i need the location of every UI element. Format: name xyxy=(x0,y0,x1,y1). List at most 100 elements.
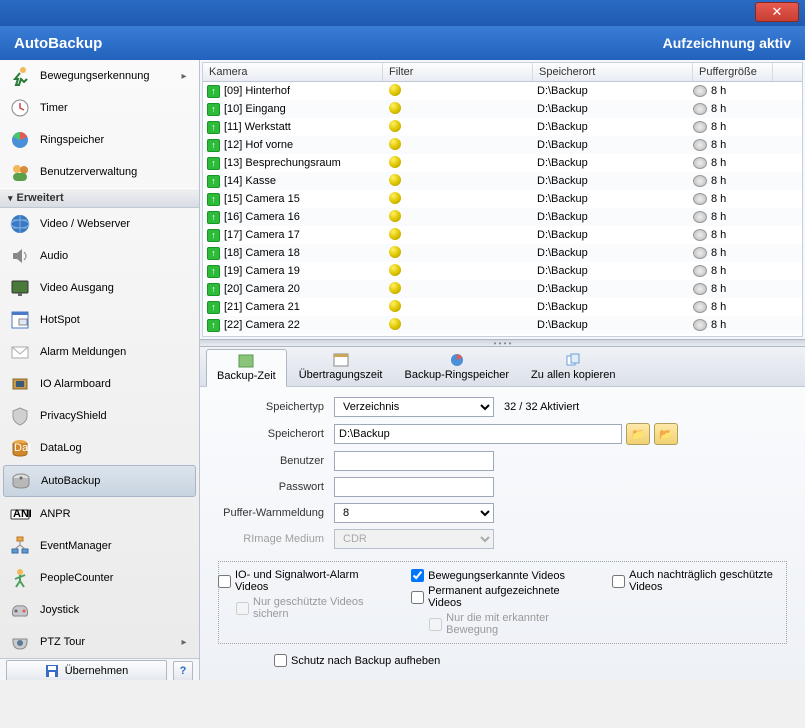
check-label: Nur geschützte Videos sichern xyxy=(253,596,381,620)
sidebar-item-privacy[interactable]: PrivacyShield xyxy=(0,400,199,432)
camera-name: [16] Camera 16 xyxy=(224,211,300,223)
sidebar-item-webserver[interactable]: Video / Webserver xyxy=(0,208,199,240)
col-camera[interactable]: Kamera xyxy=(203,63,383,81)
table-header: Kamera Filter Speicherort Puffergröße xyxy=(203,63,802,82)
group-label: Erweitert xyxy=(17,192,64,204)
disk-icon xyxy=(693,301,707,313)
label-user: Benutzer xyxy=(214,455,334,467)
sidebar-label: IO Alarmboard xyxy=(40,378,191,390)
sidebar-item-anpr[interactable]: ANPRANPR xyxy=(0,498,199,530)
check-protected-only[interactable]: Nur geschützte Videos sichern xyxy=(218,596,381,620)
tab-copy-all[interactable]: Zu allen kopieren xyxy=(521,349,625,386)
buffer-size: 8 h xyxy=(711,211,726,223)
apply-button[interactable]: Übernehmen xyxy=(6,660,167,680)
sidebar-label: Video Ausgang xyxy=(40,282,191,294)
storage-path: D:\Backup xyxy=(533,301,693,313)
table-row[interactable]: ↑[10] EingangD:\Backup8 h xyxy=(203,100,802,118)
filter-dot-icon xyxy=(389,102,401,114)
sidebar-item-motion[interactable]: Bewegungserkennung▸ xyxy=(0,60,199,92)
storage-type-select[interactable]: Verzeichnis xyxy=(334,397,494,417)
sidebar-item-timer[interactable]: Timer xyxy=(0,92,199,124)
monitor-icon xyxy=(8,276,32,300)
tab-transfer-time[interactable]: Übertragungszeit xyxy=(289,349,393,386)
horizontal-splitter[interactable]: • • • • xyxy=(200,339,805,347)
sidebar-item-alarm[interactable]: Alarm Meldungen xyxy=(0,336,199,368)
col-location[interactable]: Speicherort xyxy=(533,63,693,81)
camera-name: [09] Hinterhof xyxy=(224,85,290,97)
sidebar-item-datalog[interactable]: DataDataLog xyxy=(0,432,199,464)
table-row[interactable]: ↑[15] Camera 15D:\Backup8 h xyxy=(203,190,802,208)
buffer-size: 8 h xyxy=(711,301,726,313)
filter-dot-icon xyxy=(389,246,401,258)
col-filter[interactable]: Filter xyxy=(383,63,533,81)
table-row[interactable]: ↑[16] Camera 16D:\Backup8 h xyxy=(203,208,802,226)
sidebar-group-extended[interactable]: ▾Erweitert xyxy=(0,188,199,208)
sidebar-item-ring[interactable]: Ringspeicher xyxy=(0,124,199,156)
filter-dot-icon xyxy=(389,336,401,338)
table-row[interactable]: ↑[20] Camera 20D:\Backup8 h xyxy=(203,280,802,298)
user-input[interactable] xyxy=(334,451,494,471)
check-motion-videos[interactable]: Bewegungserkannte Videos xyxy=(411,569,582,582)
status-up-icon: ↑ xyxy=(207,337,220,338)
table-row[interactable]: ↑[11] WerkstattD:\Backup8 h xyxy=(203,118,802,136)
flowchart-icon xyxy=(8,534,32,558)
tab-backup-time[interactable]: Backup-Zeit xyxy=(206,349,287,387)
check-remove-protection[interactable]: Schutz nach Backup aufheben xyxy=(274,654,791,667)
disk-icon xyxy=(693,247,707,259)
password-input[interactable] xyxy=(334,477,494,497)
table-row[interactable]: ↑[17] Camera 17D:\Backup8 h xyxy=(203,226,802,244)
calendar-green-icon xyxy=(238,354,254,368)
filter-dot-icon xyxy=(389,228,401,240)
check-label: IO- und Signalwort-Alarm Videos xyxy=(235,569,381,593)
table-row[interactable]: ↑[13] BesprechungsraumD:\Backup8 h xyxy=(203,154,802,172)
backup-toolbar: Backup-Zeit Übertragungszeit Backup-Ring… xyxy=(200,347,805,387)
sidebar-item-autobackup[interactable]: AutoBackup xyxy=(3,465,196,497)
table-row[interactable]: ↑[23] Camera 23D:\Backup8 h xyxy=(203,334,802,337)
table-row[interactable]: ↑[14] KasseD:\Backup8 h xyxy=(203,172,802,190)
table-row[interactable]: ↑[09] HinterhofD:\Backup8 h xyxy=(203,82,802,100)
sidebar-item-eventmgr[interactable]: EventManager xyxy=(0,530,199,562)
camera-name: [21] Camera 21 xyxy=(224,301,300,313)
check-permanent-videos[interactable]: Permanent aufgezeichnete Videos xyxy=(411,585,582,609)
check-later-protected[interactable]: Auch nachträglich geschützte Videos xyxy=(612,569,787,593)
camera-name: [22] Camera 22 xyxy=(224,319,300,331)
table-row[interactable]: ↑[19] Camera 19D:\Backup8 h xyxy=(203,262,802,280)
table-row[interactable]: ↑[22] Camera 22D:\Backup8 h xyxy=(203,316,802,334)
storage-path: D:\Backup xyxy=(533,85,693,97)
sidebar-item-joystick[interactable]: Joystick xyxy=(0,594,199,626)
disk-icon xyxy=(693,265,707,277)
tab-ring-storage[interactable]: Backup-Ringspeicher xyxy=(394,349,519,386)
buffer-warn-select[interactable]: 8 xyxy=(334,503,494,523)
sidebar-label: Timer xyxy=(40,102,191,114)
sidebar-item-videoout[interactable]: Video Ausgang xyxy=(0,272,199,304)
sidebar-item-people[interactable]: PeopleCounter xyxy=(0,562,199,594)
camera-name: [12] Hof vorne xyxy=(224,139,293,151)
status-up-icon: ↑ xyxy=(207,139,220,152)
storage-path-input[interactable] xyxy=(334,424,622,444)
tab-label: Backup-Zeit xyxy=(217,370,276,382)
pie-icon xyxy=(449,353,465,367)
sidebar-item-hotspot[interactable]: HotSpot xyxy=(0,304,199,336)
check-io-signal[interactable]: IO- und Signalwort-Alarm Videos xyxy=(218,569,381,593)
close-button[interactable]: ✕ xyxy=(755,2,799,22)
sidebar-item-ptz[interactable]: PTZ Tour▸ xyxy=(0,626,199,658)
camera-table[interactable]: Kamera Filter Speicherort Puffergröße ↑[… xyxy=(202,62,803,337)
sidebar-item-audio[interactable]: Audio xyxy=(0,240,199,272)
col-buffer[interactable]: Puffergröße xyxy=(693,63,773,81)
table-row[interactable]: ↑[12] Hof vorneD:\Backup8 h xyxy=(203,136,802,154)
globe-icon xyxy=(8,212,32,236)
sidebar-item-ioboard[interactable]: IO Alarmboard xyxy=(0,368,199,400)
gamepad-icon xyxy=(8,598,32,622)
table-row[interactable]: ↑[18] Camera 18D:\Backup8 h xyxy=(203,244,802,262)
filter-dot-icon xyxy=(389,156,401,168)
help-button[interactable]: ? xyxy=(173,661,193,680)
new-folder-button[interactable]: 📂 xyxy=(654,423,678,445)
table-row[interactable]: ↑[21] Camera 21D:\Backup8 h xyxy=(203,298,802,316)
settings-form: Speichertyp Verzeichnis 32 / 32 Aktivier… xyxy=(200,387,805,680)
sidebar-item-users[interactable]: Benutzerverwaltung xyxy=(0,156,199,188)
disk-icon xyxy=(693,85,707,97)
sidebar: Bewegungserkennung▸ Timer Ringspeicher B… xyxy=(0,60,200,680)
check-label: Permanent aufgezeichnete Videos xyxy=(428,585,582,609)
check-motion-only[interactable]: Nur die mit erkannter Bewegung xyxy=(411,612,582,636)
browse-folder-button[interactable]: 📁 xyxy=(626,423,650,445)
